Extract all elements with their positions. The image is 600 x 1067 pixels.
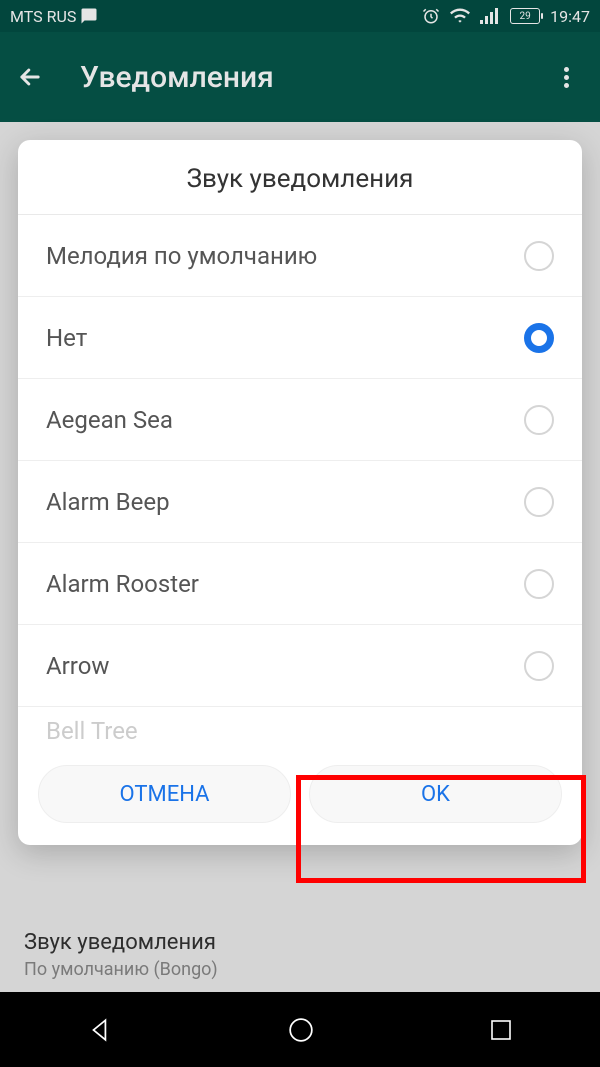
status-right: 29 19:47: [422, 7, 590, 26]
cancel-button[interactable]: ОТМЕНА: [38, 765, 291, 823]
radio-icon[interactable]: [524, 241, 554, 271]
option-label: Arrow: [46, 652, 524, 680]
sound-option[interactable]: Arrow: [18, 625, 582, 707]
option-label: Alarm Rooster: [46, 570, 524, 598]
dialog-buttons: ОТМЕНА OK: [18, 747, 582, 845]
radio-icon[interactable]: [524, 651, 554, 681]
back-icon[interactable]: [16, 63, 44, 91]
battery-icon: 29: [510, 8, 540, 24]
status-bar: MTS RUS 29 19:47: [0, 0, 600, 32]
sound-option-partial[interactable]: Bell Tree: [18, 707, 582, 747]
option-label: Alarm Beep: [46, 488, 524, 516]
app-bar: Уведомления: [0, 32, 600, 122]
carrier-label: MTS RUS: [10, 7, 76, 26]
option-label: Aegean Sea: [46, 406, 524, 434]
option-list: Мелодия по умолчанию Нет Aegean Sea Alar…: [18, 215, 582, 747]
wifi-icon: [450, 8, 470, 24]
clock-label: 19:47: [550, 7, 590, 26]
radio-icon[interactable]: [524, 487, 554, 517]
bg-setting-row[interactable]: Звук уведомления По умолчанию (Bongo): [0, 918, 600, 992]
ok-button[interactable]: OK: [309, 765, 562, 823]
radio-icon[interactable]: [524, 569, 554, 599]
more-icon[interactable]: [554, 65, 578, 89]
chat-icon: [80, 7, 98, 25]
bg-setting-sub: По умолчанию (Bongo): [24, 959, 576, 980]
sound-option[interactable]: Нет: [18, 297, 582, 379]
nav-recent-icon[interactable]: [489, 1018, 513, 1042]
nav-bar: [0, 992, 600, 1067]
battery-pct: 29: [520, 11, 531, 22]
radio-icon[interactable]: [524, 405, 554, 435]
option-label: Bell Tree: [46, 717, 554, 745]
nav-back-icon[interactable]: [87, 1017, 113, 1043]
sound-option[interactable]: Alarm Beep: [18, 461, 582, 543]
option-label: Мелодия по умолчанию: [46, 242, 524, 270]
sound-option[interactable]: Aegean Sea: [18, 379, 582, 461]
signal-icon: [480, 8, 500, 24]
sound-option[interactable]: Мелодия по умолчанию: [18, 215, 582, 297]
alarm-icon: [422, 7, 440, 25]
option-label: Нет: [46, 324, 524, 352]
nav-home-icon[interactable]: [288, 1017, 314, 1043]
radio-icon[interactable]: [524, 323, 554, 353]
page-title: Уведомления: [80, 60, 554, 95]
sound-option[interactable]: Alarm Rooster: [18, 543, 582, 625]
bg-setting-title: Звук уведомления: [24, 930, 576, 955]
sound-dialog: Звук уведомления Мелодия по умолчанию Не…: [18, 140, 582, 845]
status-left: MTS RUS: [10, 7, 98, 26]
dialog-title: Звук уведомления: [18, 140, 582, 215]
